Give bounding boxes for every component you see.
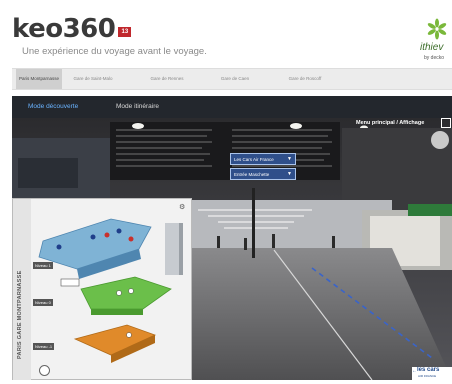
map-title: PARIS GARE MONTPARNASSE [17, 270, 23, 359]
brand-sub: by decko [424, 55, 445, 61]
ithiev-brand[interactable]: ithiev by decko [416, 18, 452, 64]
keo360-logo[interactable]: keo360 13 [12, 14, 132, 44]
fullscreen-icon[interactable] [441, 118, 451, 128]
level-label-0: Niveau 0 [33, 299, 53, 306]
panorama-viewer[interactable]: Menu principal / Affichage Les Cars Air … [12, 118, 452, 380]
tab-saint-malo[interactable]: Gare de Saint-Malo [72, 69, 114, 89]
level-label-minus-1: Niveau -1 [33, 343, 55, 350]
nav-button-label: Les Cars Air France [234, 157, 274, 162]
tab-rennes[interactable]: Gare de Rennes [148, 69, 186, 89]
mode-itinerary[interactable]: Mode itinéraire [116, 96, 159, 118]
nav-cars-air-france-button[interactable]: Les Cars Air France ▼ [230, 153, 296, 165]
les-cars-ad[interactable]: ← les cars AIR FRANCE [412, 367, 452, 380]
level-label-1: Niveau 1 [33, 262, 53, 269]
map-side-bar: PARIS GARE MONTPARNASSE [13, 199, 31, 380]
site-header: keo360 13 Une expérience du voyage avant… [0, 0, 452, 68]
mode-discovery[interactable]: Mode découverte [28, 96, 78, 118]
logo-text: keo360 [12, 14, 116, 44]
tab-caen[interactable]: Gare de Caen [218, 69, 252, 89]
nav-button-label: Entrée Maschette [234, 172, 270, 177]
brand-name: ithiev [420, 42, 444, 53]
arrow-down-icon: ▼ [287, 156, 292, 162]
logo-badge: 13 [118, 27, 132, 37]
ad-subtitle: AIR FRANCE [418, 374, 437, 378]
nav-entrance-button[interactable]: Entrée Maschette ▼ [230, 168, 296, 180]
station-tabs: Paris Montparnasse Gare de Saint-Malo Ga… [12, 68, 452, 90]
tab-roscoff[interactable]: Gare de Roscoff [286, 69, 324, 89]
compass-icon[interactable] [39, 365, 50, 376]
station-map-panel[interactable]: PARIS GARE MONTPARNASSE ⚙ Niveau 1 Nivea… [12, 198, 192, 380]
mode-bar: Mode découverte Mode itinéraire [12, 96, 452, 118]
arrow-down-icon: ▼ [287, 171, 292, 177]
tab-paris-montparnasse[interactable]: Paris Montparnasse [16, 69, 62, 89]
level-map [38, 218, 183, 363]
ithiev-brand-icon [427, 18, 447, 40]
ad-title: les cars [417, 367, 440, 373]
tagline: Une expérience du voyage avant le voyage… [22, 46, 207, 57]
main-menu-link[interactable]: Menu principal / Affichage [356, 120, 424, 126]
